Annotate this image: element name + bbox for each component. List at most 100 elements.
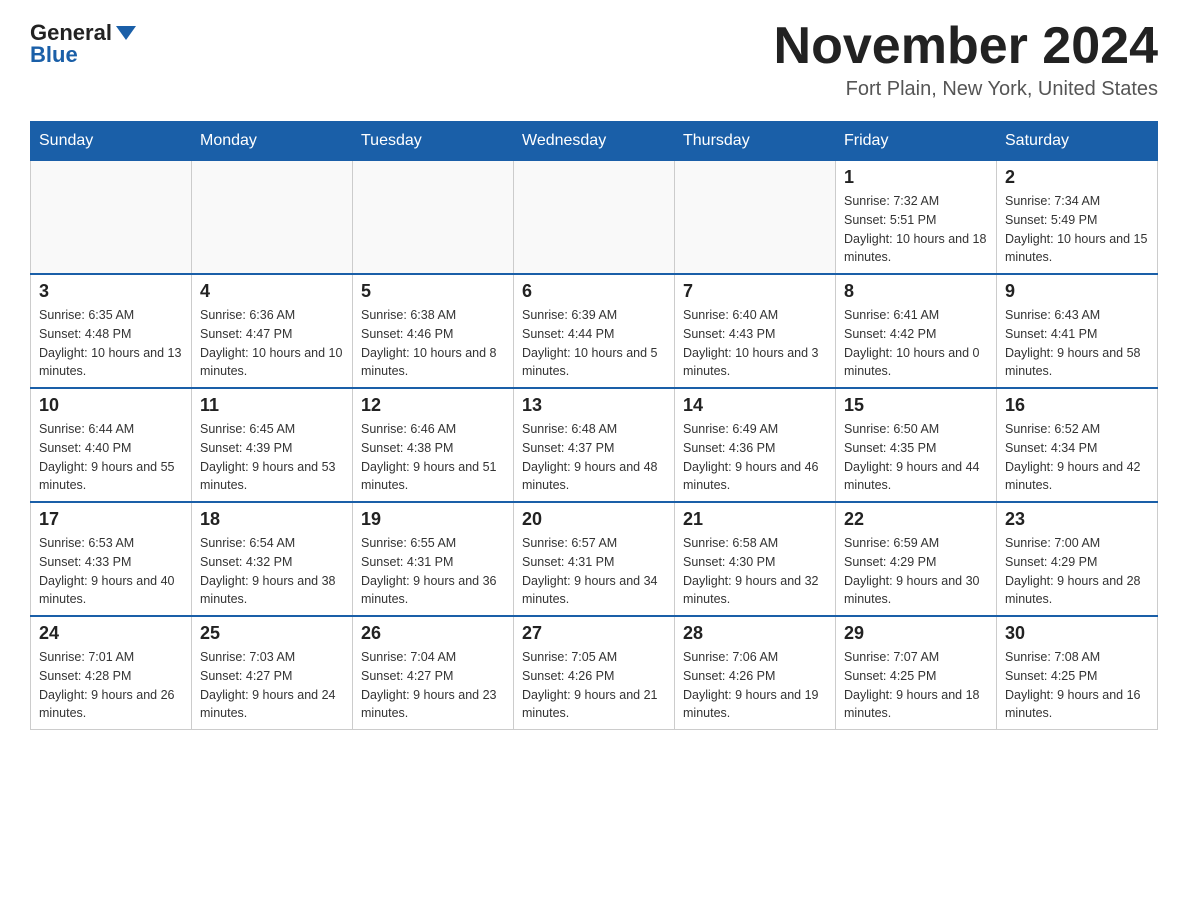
day-number: 6 [522, 281, 666, 302]
calendar-cell: 29 Sunrise: 7:07 AM Sunset: 4:25 PM Dayli… [836, 616, 997, 730]
day-info: Sunrise: 7:32 AM Sunset: 5:51 PM Dayligh… [844, 192, 988, 267]
day-info: Sunrise: 6:38 AM Sunset: 4:46 PM Dayligh… [361, 306, 505, 381]
calendar-cell: 28 Sunrise: 7:06 AM Sunset: 4:26 PM Dayli… [675, 616, 836, 730]
day-number: 26 [361, 623, 505, 644]
day-number: 29 [844, 623, 988, 644]
day-number: 15 [844, 395, 988, 416]
month-title: November 2024 [774, 20, 1158, 72]
day-info: Sunrise: 7:00 AM Sunset: 4:29 PM Dayligh… [1005, 534, 1149, 609]
day-number: 5 [361, 281, 505, 302]
calendar-cell: 19 Sunrise: 6:55 AM Sunset: 4:31 PM Dayli… [353, 502, 514, 616]
day-info: Sunrise: 6:58 AM Sunset: 4:30 PM Dayligh… [683, 534, 827, 609]
page-header: General Blue November 2024 Fort Plain, N… [30, 20, 1158, 101]
calendar-cell: 11Sunrise: 6:45 AM Sunset: 4:39 PM Dayli… [192, 388, 353, 502]
day-number: 25 [200, 623, 344, 644]
day-info: Sunrise: 7:05 AM Sunset: 4:26 PM Dayligh… [522, 648, 666, 723]
calendar-cell: 5 Sunrise: 6:38 AM Sunset: 4:46 PM Daylig… [353, 274, 514, 388]
day-number: 14 [683, 395, 827, 416]
day-number: 11 [200, 395, 344, 416]
day-number: 28 [683, 623, 827, 644]
calendar-cell: 25 Sunrise: 7:03 AM Sunset: 4:27 PM Dayli… [192, 616, 353, 730]
day-info: Sunrise: 6:50 AM Sunset: 4:35 PM Dayligh… [844, 420, 988, 495]
calendar-cell: 16Sunrise: 6:52 AM Sunset: 4:34 PM Dayli… [997, 388, 1158, 502]
logo: General Blue [30, 20, 136, 68]
calendar-cell [31, 161, 192, 275]
calendar-cell [353, 161, 514, 275]
calendar-header-monday: Monday [192, 122, 353, 161]
calendar-header-saturday: Saturday [997, 122, 1158, 161]
calendar-cell: 10 Sunrise: 6:44 AM Sunset: 4:40 PM Dayli… [31, 388, 192, 502]
day-info: Sunrise: 7:34 AM Sunset: 5:49 PM Dayligh… [1005, 192, 1149, 267]
day-number: 9 [1005, 281, 1149, 302]
calendar-cell: 12Sunrise: 6:46 AM Sunset: 4:38 PM Dayli… [353, 388, 514, 502]
day-number: 21 [683, 509, 827, 530]
day-number: 30 [1005, 623, 1149, 644]
day-number: 19 [361, 509, 505, 530]
day-info: Sunrise: 7:06 AM Sunset: 4:26 PM Dayligh… [683, 648, 827, 723]
day-info: Sunrise: 7:07 AM Sunset: 4:25 PM Dayligh… [844, 648, 988, 723]
day-info: Sunrise: 7:03 AM Sunset: 4:27 PM Dayligh… [200, 648, 344, 723]
calendar-cell: 26 Sunrise: 7:04 AM Sunset: 4:27 PM Dayli… [353, 616, 514, 730]
day-info: Sunrise: 6:44 AM Sunset: 4:40 PM Dayligh… [39, 420, 183, 495]
day-number: 24 [39, 623, 183, 644]
calendar-header-wednesday: Wednesday [514, 122, 675, 161]
day-info: Sunrise: 6:35 AM Sunset: 4:48 PM Dayligh… [39, 306, 183, 381]
day-info: Sunrise: 7:01 AM Sunset: 4:28 PM Dayligh… [39, 648, 183, 723]
calendar-cell: 3 Sunrise: 6:35 AM Sunset: 4:48 PM Daylig… [31, 274, 192, 388]
day-number: 20 [522, 509, 666, 530]
day-info: Sunrise: 6:49 AM Sunset: 4:36 PM Dayligh… [683, 420, 827, 495]
day-info: Sunrise: 6:39 AM Sunset: 4:44 PM Dayligh… [522, 306, 666, 381]
day-info: Sunrise: 6:55 AM Sunset: 4:31 PM Dayligh… [361, 534, 505, 609]
day-info: Sunrise: 6:36 AM Sunset: 4:47 PM Dayligh… [200, 306, 344, 381]
day-info: Sunrise: 6:59 AM Sunset: 4:29 PM Dayligh… [844, 534, 988, 609]
calendar-cell: 27 Sunrise: 7:05 AM Sunset: 4:26 PM Dayli… [514, 616, 675, 730]
calendar-cell: 6 Sunrise: 6:39 AM Sunset: 4:44 PM Daylig… [514, 274, 675, 388]
calendar-cell: 24 Sunrise: 7:01 AM Sunset: 4:28 PM Dayli… [31, 616, 192, 730]
day-number: 16 [1005, 395, 1149, 416]
day-info: Sunrise: 6:48 AM Sunset: 4:37 PM Dayligh… [522, 420, 666, 495]
calendar-week-row: 1 Sunrise: 7:32 AM Sunset: 5:51 PM Daylig… [31, 161, 1158, 275]
calendar-cell: 8 Sunrise: 6:41 AM Sunset: 4:42 PM Daylig… [836, 274, 997, 388]
day-number: 23 [1005, 509, 1149, 530]
day-info: Sunrise: 7:08 AM Sunset: 4:25 PM Dayligh… [1005, 648, 1149, 723]
day-number: 2 [1005, 167, 1149, 188]
day-number: 22 [844, 509, 988, 530]
logo-arrow-icon [116, 26, 136, 40]
calendar-header-friday: Friday [836, 122, 997, 161]
day-info: Sunrise: 6:53 AM Sunset: 4:33 PM Dayligh… [39, 534, 183, 609]
calendar-cell: 30 Sunrise: 7:08 AM Sunset: 4:25 PM Dayli… [997, 616, 1158, 730]
day-number: 12 [361, 395, 505, 416]
calendar-cell: 13 Sunrise: 6:48 AM Sunset: 4:37 PM Dayli… [514, 388, 675, 502]
calendar-week-row: 3 Sunrise: 6:35 AM Sunset: 4:48 PM Daylig… [31, 274, 1158, 388]
day-number: 10 [39, 395, 183, 416]
calendar-header-tuesday: Tuesday [353, 122, 514, 161]
calendar-cell: 7Sunrise: 6:40 AM Sunset: 4:43 PM Daylig… [675, 274, 836, 388]
calendar-cell: 21 Sunrise: 6:58 AM Sunset: 4:30 PM Dayli… [675, 502, 836, 616]
calendar-week-row: 24 Sunrise: 7:01 AM Sunset: 4:28 PM Dayli… [31, 616, 1158, 730]
day-info: Sunrise: 6:41 AM Sunset: 4:42 PM Dayligh… [844, 306, 988, 381]
calendar-cell: 22 Sunrise: 6:59 AM Sunset: 4:29 PM Dayli… [836, 502, 997, 616]
calendar-cell: 20 Sunrise: 6:57 AM Sunset: 4:31 PM Dayli… [514, 502, 675, 616]
calendar-cell: 18Sunrise: 6:54 AM Sunset: 4:32 PM Dayli… [192, 502, 353, 616]
day-number: 4 [200, 281, 344, 302]
calendar-cell: 4 Sunrise: 6:36 AM Sunset: 4:47 PM Daylig… [192, 274, 353, 388]
day-number: 27 [522, 623, 666, 644]
calendar-cell: 14 Sunrise: 6:49 AM Sunset: 4:36 PM Dayli… [675, 388, 836, 502]
day-info: Sunrise: 6:54 AM Sunset: 4:32 PM Dayligh… [200, 534, 344, 609]
calendar-cell: 23 Sunrise: 7:00 AM Sunset: 4:29 PM Dayli… [997, 502, 1158, 616]
calendar-cell [675, 161, 836, 275]
calendar-week-row: 17Sunrise: 6:53 AM Sunset: 4:33 PM Dayli… [31, 502, 1158, 616]
day-number: 3 [39, 281, 183, 302]
day-info: Sunrise: 6:40 AM Sunset: 4:43 PM Dayligh… [683, 306, 827, 381]
day-number: 1 [844, 167, 988, 188]
calendar-week-row: 10 Sunrise: 6:44 AM Sunset: 4:40 PM Dayli… [31, 388, 1158, 502]
day-info: Sunrise: 7:04 AM Sunset: 4:27 PM Dayligh… [361, 648, 505, 723]
day-info: Sunrise: 6:43 AM Sunset: 4:41 PM Dayligh… [1005, 306, 1149, 381]
day-info: Sunrise: 6:57 AM Sunset: 4:31 PM Dayligh… [522, 534, 666, 609]
calendar-cell: 1 Sunrise: 7:32 AM Sunset: 5:51 PM Daylig… [836, 161, 997, 275]
day-number: 8 [844, 281, 988, 302]
location-title: Fort Plain, New York, United States [774, 78, 1158, 101]
day-number: 13 [522, 395, 666, 416]
title-block: November 2024 Fort Plain, New York, Unit… [774, 20, 1158, 101]
calendar-cell: 9 Sunrise: 6:43 AM Sunset: 4:41 PM Daylig… [997, 274, 1158, 388]
